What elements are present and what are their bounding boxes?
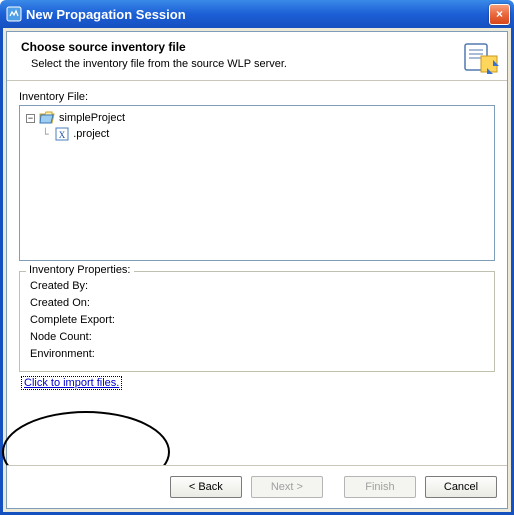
import-files-link[interactable]: Click to import files. bbox=[21, 376, 122, 390]
back-button[interactable]: < Back bbox=[170, 476, 242, 498]
prop-created-by: Created By: bbox=[30, 278, 484, 295]
tree-root-row[interactable]: − simpleProject bbox=[26, 110, 488, 126]
button-bar: < Back Next > Finish Cancel bbox=[7, 465, 507, 508]
dialog-body: Choose source inventory file Select the … bbox=[6, 31, 508, 509]
wizard-banner-icon bbox=[463, 38, 501, 76]
page-title: Choose source inventory file bbox=[21, 40, 497, 54]
prop-complete-export: Complete Export: bbox=[30, 312, 484, 329]
close-icon: × bbox=[496, 7, 503, 21]
inventory-properties-group: Inventory Properties: Created By: Create… bbox=[19, 271, 495, 372]
prop-node-count: Node Count: bbox=[30, 329, 484, 346]
tree-child-label: .project bbox=[73, 128, 109, 140]
prop-created-on: Created On: bbox=[30, 295, 484, 312]
inventory-tree[interactable]: − simpleProject └ X .project bbox=[19, 105, 495, 261]
titlebar: New Propagation Session × bbox=[0, 0, 514, 28]
window-frame: Choose source inventory file Select the … bbox=[0, 28, 514, 515]
folder-open-icon bbox=[39, 111, 55, 125]
tree-guide bbox=[26, 128, 42, 141]
cancel-button[interactable]: Cancel bbox=[425, 476, 497, 498]
tree-child-row[interactable]: └ X .project bbox=[26, 126, 488, 142]
next-button: Next > bbox=[251, 476, 323, 498]
window-title: New Propagation Session bbox=[26, 7, 489, 22]
group-title: Inventory Properties: bbox=[26, 264, 134, 276]
inventory-file-label: Inventory File: bbox=[19, 91, 495, 103]
xml-file-icon: X bbox=[55, 127, 69, 141]
tree-root-label: simpleProject bbox=[59, 112, 125, 124]
main-content: Inventory File: − simpleProject └ X .pro… bbox=[7, 81, 507, 390]
header: Choose source inventory file Select the … bbox=[7, 32, 507, 81]
collapse-icon[interactable]: − bbox=[26, 114, 35, 123]
close-button[interactable]: × bbox=[489, 4, 510, 25]
finish-button: Finish bbox=[344, 476, 416, 498]
page-subtitle: Select the inventory file from the sourc… bbox=[21, 58, 497, 70]
svg-text:X: X bbox=[59, 130, 66, 140]
prop-environment: Environment: bbox=[30, 346, 484, 363]
tree-guide: └ bbox=[42, 128, 55, 141]
app-icon bbox=[6, 6, 22, 22]
